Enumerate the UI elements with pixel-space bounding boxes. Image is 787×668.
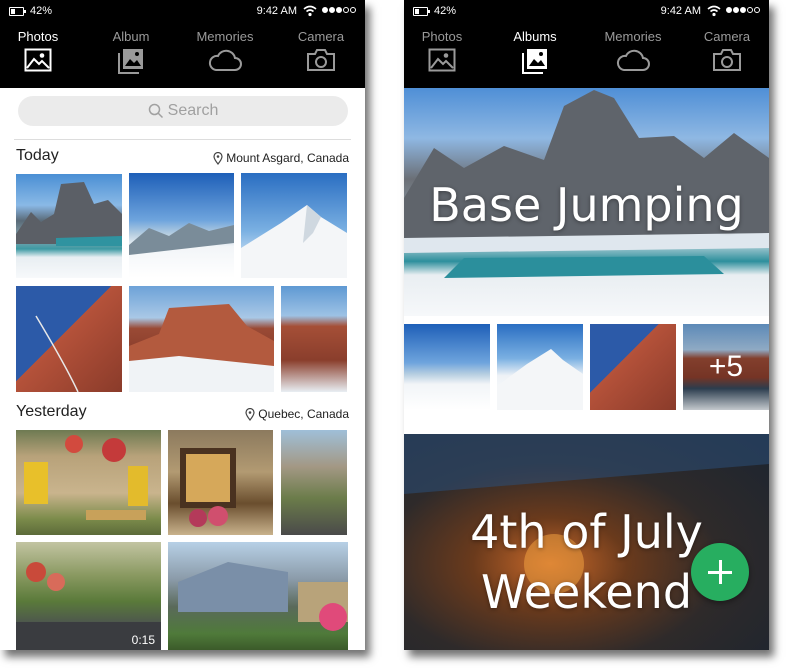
photos-screen: 42% 9:42 AM Photos Album Memories Camera bbox=[0, 0, 365, 650]
mountain-photo-graphic bbox=[129, 304, 274, 392]
album-icon bbox=[522, 49, 547, 74]
photo-thumbnail[interactable] bbox=[168, 542, 348, 650]
wifi-icon bbox=[303, 5, 317, 17]
mountain-photo-graphic bbox=[241, 205, 347, 278]
album-title-line1: 4th of July bbox=[470, 505, 703, 559]
tab-label: Camera bbox=[297, 29, 345, 44]
mountain-photo-graphic bbox=[129, 223, 234, 255]
camera-icon bbox=[713, 49, 741, 71]
section-header-yesterday: Yesterday Quebec, Canada bbox=[16, 403, 349, 423]
divider bbox=[14, 139, 351, 140]
app-header: 42% 9:42 AM Photos Album Memories Camera bbox=[0, 0, 365, 88]
search-bar bbox=[18, 96, 348, 126]
location-pin-icon bbox=[245, 407, 255, 421]
tab-bar: Photos Albums Memories Camera bbox=[404, 24, 769, 88]
album-thumbnail[interactable] bbox=[497, 324, 583, 410]
mountain-photo-graphic bbox=[497, 349, 583, 410]
video-thumbnail[interactable]: 0:15 bbox=[16, 542, 161, 650]
album-thumbnail[interactable] bbox=[590, 324, 676, 410]
section-title: Today bbox=[16, 147, 59, 164]
battery-icon bbox=[9, 7, 26, 16]
photos-icon bbox=[428, 48, 456, 72]
album-cover-4th-of-july[interactable]: 4th of July Weekend bbox=[404, 434, 769, 650]
cloud-icon bbox=[616, 49, 650, 71]
clock: 9:42 AM bbox=[660, 5, 701, 17]
photo-thumbnail[interactable] bbox=[129, 173, 234, 278]
mountain-photo-graphic bbox=[16, 182, 122, 246]
video-duration: 0:15 bbox=[131, 633, 155, 647]
battery-percent: 42% bbox=[30, 5, 53, 17]
album-more-thumbnail[interactable]: +5 bbox=[683, 324, 769, 410]
tab-label: Camera bbox=[703, 29, 751, 44]
tab-bar: Photos Album Memories Camera bbox=[0, 24, 365, 88]
location-text: Mount Asgard, Canada bbox=[226, 151, 349, 165]
albums-screen: 42% 9:42 AM Photos Albums Memories Camer… bbox=[404, 0, 769, 650]
album-icon bbox=[118, 49, 143, 74]
album-title: Base Jumping bbox=[429, 178, 744, 232]
tab-camera[interactable]: Camera bbox=[687, 24, 767, 84]
clock: 9:42 AM bbox=[256, 5, 297, 17]
photo-thumbnail[interactable] bbox=[241, 173, 347, 278]
section-header-today: Today Mount Asgard, Canada bbox=[16, 147, 349, 167]
houses-photo-graphic bbox=[178, 562, 348, 631]
location-text: Quebec, Canada bbox=[258, 407, 349, 421]
photo-thumbnail[interactable] bbox=[16, 286, 122, 392]
photo-thumbnail[interactable] bbox=[168, 430, 273, 535]
tab-photos[interactable]: Photos bbox=[0, 24, 78, 84]
tab-memories[interactable]: Memories bbox=[593, 24, 673, 84]
tab-memories[interactable]: Memories bbox=[185, 24, 265, 84]
section-location[interactable]: Quebec, Canada bbox=[245, 407, 349, 421]
add-album-button[interactable] bbox=[691, 543, 749, 601]
section-title: Yesterday bbox=[16, 403, 87, 420]
tab-camera[interactable]: Camera bbox=[281, 24, 361, 84]
tab-label: Photos bbox=[421, 29, 463, 44]
search-input[interactable] bbox=[18, 96, 348, 126]
photos-icon bbox=[24, 48, 52, 72]
tab-photos[interactable]: Photos bbox=[404, 24, 482, 84]
wifi-icon bbox=[707, 5, 721, 17]
tab-albums[interactable]: Albums bbox=[495, 24, 575, 84]
tab-label: Photos bbox=[17, 29, 59, 44]
tab-label: Album bbox=[112, 29, 150, 44]
status-bar: 42% 9:42 AM bbox=[0, 0, 365, 24]
photo-thumbnail[interactable] bbox=[281, 286, 347, 392]
window-photo-graphic bbox=[180, 448, 236, 527]
signal-strength-icon bbox=[322, 7, 356, 13]
app-header: 42% 9:42 AM Photos Albums Memories Camer… bbox=[404, 0, 769, 88]
photo-thumbnail[interactable] bbox=[281, 430, 347, 535]
photo-thumbnail[interactable] bbox=[16, 174, 122, 278]
rock-face-graphic bbox=[35, 315, 79, 392]
album-thumbnail[interactable] bbox=[404, 324, 490, 410]
tab-label: Memories bbox=[196, 29, 254, 44]
status-bar: 42% 9:42 AM bbox=[404, 0, 769, 24]
section-location[interactable]: Mount Asgard, Canada bbox=[213, 151, 349, 165]
battery-icon bbox=[413, 7, 430, 16]
camera-icon bbox=[307, 49, 335, 71]
battery-percent: 42% bbox=[434, 5, 457, 17]
album-title-line2: Weekend bbox=[480, 565, 693, 619]
storefront-photo-graphic bbox=[24, 435, 148, 520]
photo-thumbnail[interactable] bbox=[129, 286, 274, 392]
more-photos-count: +5 bbox=[683, 324, 769, 410]
photo-thumbnail[interactable] bbox=[16, 430, 161, 535]
album-cover-base-jumping[interactable]: Base Jumping bbox=[404, 88, 769, 316]
tab-label: Memories bbox=[604, 29, 662, 44]
signal-strength-icon bbox=[726, 7, 760, 13]
tab-album[interactable]: Album bbox=[91, 24, 171, 84]
tab-label: Albums bbox=[513, 29, 557, 44]
cloud-icon bbox=[208, 49, 242, 71]
location-pin-icon bbox=[213, 151, 223, 165]
